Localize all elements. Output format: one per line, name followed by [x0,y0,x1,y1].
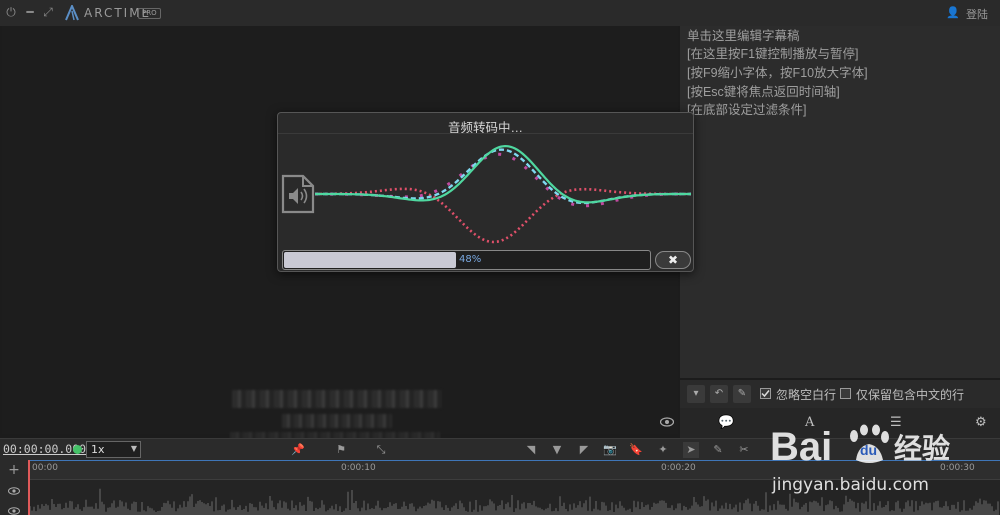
subtitle-editor[interactable]: 单击这里编辑字幕稿 [在这里按F1键控制播放与暂停] [按F9缩小字体，按F10… [680,26,1000,378]
progress-bar: 48% [282,250,651,270]
cancel-button[interactable]: ✖ [655,251,691,269]
watermark-url: jingyan.baidu.com [771,475,929,495]
cursor-icon[interactable]: ➤ [683,442,699,458]
wave-curve [315,152,691,208]
comment-tab-icon[interactable]: 💬 [718,415,734,430]
editor-toolbar: ▾ ↶ ✎ 忽略空白行 仅保留包含中文的行 [680,380,1000,408]
blurred-subtitle [282,414,392,428]
playhead[interactable] [28,460,30,515]
mark-out-icon[interactable]: ◤ [576,442,592,458]
bookmark-icon[interactable]: 🔖 [628,442,644,458]
chinese-only-checkbox[interactable] [840,388,851,399]
ignore-empty-label[interactable]: 忽略空白行 [776,386,836,403]
watermark-jingyan: 经验 [894,432,950,465]
login-link[interactable]: 登陆 [966,6,988,22]
tick-label: 0:00:10 [341,463,376,473]
baidu-jingyan-watermark: Bai du 经验 jingyan.baidu.com [770,424,950,495]
hint-line: [按Esc键将焦点返回时间轴] [687,85,840,99]
pin-icon[interactable]: 📌 [290,442,306,458]
eye-icon[interactable] [8,487,20,495]
eye-icon[interactable] [660,417,674,427]
user-icon[interactable]: 👤 [946,6,960,19]
speed-value: 1x [91,443,105,456]
hint-line: [按F9缩小字体，按F10放大字体] [687,66,868,80]
undo-icon[interactable]: ↶ [710,385,728,403]
scissors-icon[interactable]: ✂ [736,442,752,458]
track-gutter: + [0,460,28,515]
transcode-dialog: 音频转码中… 48% ✖ [277,112,694,272]
mark-in-icon[interactable]: ◥ [523,442,539,458]
watermark-bai: Bai [770,425,832,469]
transcode-animation [315,144,691,244]
tick-label: 00:00 [32,463,58,473]
divider [278,133,693,134]
magic-wand-icon[interactable]: ✦ [655,442,671,458]
collapse-icon[interactable]: ▾ [687,385,705,403]
add-track-icon[interactable]: + [6,462,22,478]
pencil-icon[interactable]: ✎ [733,385,751,403]
chevron-down-icon: ▼ [130,444,137,453]
pro-badge: PRO [138,8,161,19]
minimize-icon[interactable]: ━ [23,5,37,19]
fit-icon[interactable]: ⤡ [373,442,389,458]
arctime-logo-icon [65,5,79,21]
progress-text: 48% [459,254,482,265]
check-icon [761,390,770,398]
camera-icon[interactable]: 📷 [602,442,618,458]
edit-icon[interactable]: ✎ [710,442,726,458]
watermark-du: du [860,442,877,458]
hint-line: 单击这里编辑字幕稿 [687,29,800,43]
blurred-subtitle [232,390,442,408]
mark-down-icon[interactable]: ▼ [549,442,565,458]
status-indicator [73,445,82,454]
hint-line: [在这里按F1键控制播放与暂停] [687,47,859,61]
ignore-empty-checkbox[interactable] [760,388,771,399]
chinese-only-label[interactable]: 仅保留包含中文的行 [856,386,964,403]
tick-label: 0:00:20 [661,463,696,473]
flag-icon[interactable]: ⚑ [333,442,349,458]
power-icon[interactable]: ⏻ [4,5,18,19]
eye-icon[interactable] [8,507,20,515]
hint-line: [在底部设定过滤条件] [687,103,807,117]
expand-icon[interactable]: ⤢ [41,5,55,19]
speed-select[interactable]: 1x ▼ [86,441,141,458]
progress-fill [284,252,457,268]
wave-curve [315,187,691,244]
